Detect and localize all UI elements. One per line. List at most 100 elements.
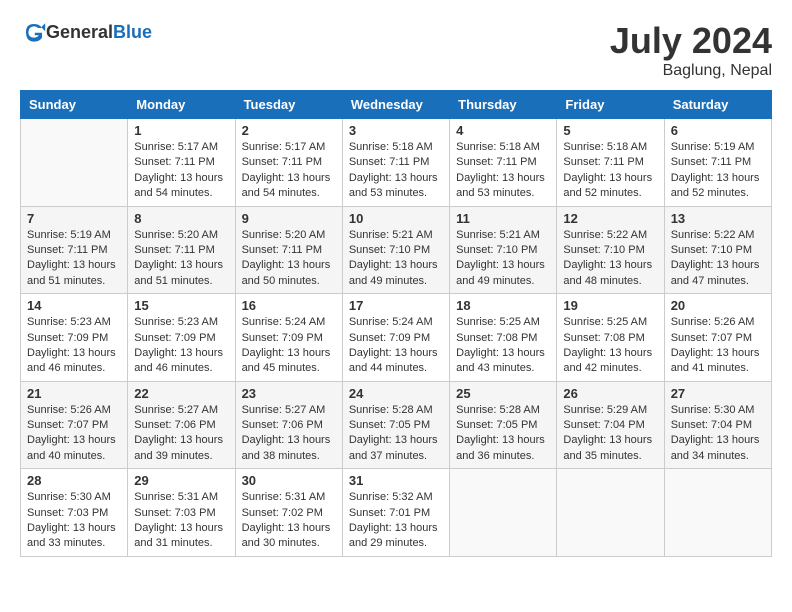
- month-year-title: July 2024: [610, 20, 772, 62]
- day-number: 5: [563, 123, 657, 138]
- day-number: 31: [349, 473, 443, 488]
- logo-general-text: General: [46, 22, 113, 43]
- title-area: July 2024 Baglung, Nepal: [610, 20, 772, 80]
- table-row: 31 Sunrise: 5:32 AMSunset: 7:01 PMDayligh…: [342, 469, 449, 557]
- table-row: [557, 469, 664, 557]
- col-thursday: Thursday: [450, 91, 557, 119]
- table-row: 1 Sunrise: 5:17 AMSunset: 7:11 PMDaylight…: [128, 119, 235, 207]
- col-saturday: Saturday: [664, 91, 771, 119]
- day-number: 27: [671, 386, 765, 401]
- day-info: Sunrise: 5:21 AMSunset: 7:10 PMDaylight:…: [456, 228, 550, 290]
- calendar-week-row: 14Sunrise: 5:23 AMSunset: 7:09 PMDayligh…: [21, 294, 772, 382]
- calendar-week-row: 7 Sunrise: 5:19 AMSunset: 7:11 PMDaylight…: [21, 206, 772, 294]
- day-info: Sunrise: 5:26 AMSunset: 7:07 PMDaylight:…: [671, 315, 765, 377]
- day-number: 11: [456, 211, 550, 226]
- day-info: Sunrise: 5:20 AMSunset: 7:11 PMDaylight:…: [134, 228, 228, 290]
- day-number: 12: [563, 211, 657, 226]
- day-number: 22: [134, 386, 228, 401]
- day-info: Sunrise: 5:18 AMSunset: 7:11 PMDaylight:…: [456, 140, 550, 202]
- col-wednesday: Wednesday: [342, 91, 449, 119]
- day-number: 15: [134, 298, 228, 313]
- day-info: Sunrise: 5:17 AMSunset: 7:11 PMDaylight:…: [134, 140, 228, 202]
- day-info: Sunrise: 5:22 AMSunset: 7:10 PMDaylight:…: [563, 228, 657, 290]
- day-number: 6: [671, 123, 765, 138]
- location-subtitle: Baglung, Nepal: [610, 62, 772, 80]
- day-number: 3: [349, 123, 443, 138]
- table-row: [664, 469, 771, 557]
- col-sunday: Sunday: [21, 91, 128, 119]
- day-number: 4: [456, 123, 550, 138]
- table-row: 7 Sunrise: 5:19 AMSunset: 7:11 PMDaylight…: [21, 206, 128, 294]
- day-info: Sunrise: 5:27 AMSunset: 7:06 PMDaylight:…: [242, 403, 336, 465]
- day-info: Sunrise: 5:26 AMSunset: 7:07 PMDaylight:…: [27, 403, 121, 465]
- day-info: Sunrise: 5:19 AMSunset: 7:11 PMDaylight:…: [27, 228, 121, 290]
- day-number: 24: [349, 386, 443, 401]
- table-row: 12 Sunrise: 5:22 AMSunset: 7:10 PMDayligh…: [557, 206, 664, 294]
- day-number: 30: [242, 473, 336, 488]
- day-info: Sunrise: 5:18 AMSunset: 7:11 PMDaylight:…: [563, 140, 657, 202]
- table-row: 27Sunrise: 5:30 AMSunset: 7:04 PMDayligh…: [664, 381, 771, 469]
- table-row: 13 Sunrise: 5:22 AMSunset: 7:10 PMDayligh…: [664, 206, 771, 294]
- day-info: Sunrise: 5:32 AMSunset: 7:01 PMDaylight:…: [349, 490, 443, 552]
- day-info: Sunrise: 5:23 AMSunset: 7:09 PMDaylight:…: [134, 315, 228, 377]
- calendar-table: Sunday Monday Tuesday Wednesday Thursday…: [20, 90, 772, 557]
- day-number: 28: [27, 473, 121, 488]
- day-info: Sunrise: 5:19 AMSunset: 7:11 PMDaylight:…: [671, 140, 765, 202]
- table-row: 10 Sunrise: 5:21 AMSunset: 7:10 PMDayligh…: [342, 206, 449, 294]
- col-monday: Monday: [128, 91, 235, 119]
- table-row: 22Sunrise: 5:27 AMSunset: 7:06 PMDayligh…: [128, 381, 235, 469]
- table-row: 11 Sunrise: 5:21 AMSunset: 7:10 PMDayligh…: [450, 206, 557, 294]
- day-info: Sunrise: 5:25 AMSunset: 7:08 PMDaylight:…: [456, 315, 550, 377]
- table-row: 3 Sunrise: 5:18 AMSunset: 7:11 PMDaylight…: [342, 119, 449, 207]
- table-row: 25 Sunrise: 5:28 AMSunset: 7:05 PMDayligh…: [450, 381, 557, 469]
- day-info: Sunrise: 5:22 AMSunset: 7:10 PMDaylight:…: [671, 228, 765, 290]
- day-info: Sunrise: 5:29 AMSunset: 7:04 PMDaylight:…: [563, 403, 657, 465]
- day-info: Sunrise: 5:25 AMSunset: 7:08 PMDaylight:…: [563, 315, 657, 377]
- table-row: [21, 119, 128, 207]
- day-number: 13: [671, 211, 765, 226]
- table-row: 24 Sunrise: 5:28 AMSunset: 7:05 PMDayligh…: [342, 381, 449, 469]
- day-number: 19: [563, 298, 657, 313]
- table-row: 6 Sunrise: 5:19 AMSunset: 7:11 PMDaylight…: [664, 119, 771, 207]
- day-number: 9: [242, 211, 336, 226]
- day-info: Sunrise: 5:17 AMSunset: 7:11 PMDaylight:…: [242, 140, 336, 202]
- table-row: 9 Sunrise: 5:20 AMSunset: 7:11 PMDaylight…: [235, 206, 342, 294]
- table-row: 16 Sunrise: 5:24 AMSunset: 7:09 PMDayligh…: [235, 294, 342, 382]
- table-row: 8 Sunrise: 5:20 AMSunset: 7:11 PMDaylight…: [128, 206, 235, 294]
- day-info: Sunrise: 5:31 AMSunset: 7:02 PMDaylight:…: [242, 490, 336, 552]
- day-info: Sunrise: 5:20 AMSunset: 7:11 PMDaylight:…: [242, 228, 336, 290]
- logo-icon: [22, 20, 46, 44]
- table-row: 28 Sunrise: 5:30 AMSunset: 7:03 PMDayligh…: [21, 469, 128, 557]
- calendar-week-row: 28 Sunrise: 5:30 AMSunset: 7:03 PMDayligh…: [21, 469, 772, 557]
- day-number: 8: [134, 211, 228, 226]
- table-row: 29Sunrise: 5:31 AMSunset: 7:03 PMDayligh…: [128, 469, 235, 557]
- table-row: 30 Sunrise: 5:31 AMSunset: 7:02 PMDayligh…: [235, 469, 342, 557]
- day-number: 29: [134, 473, 228, 488]
- table-row: 23 Sunrise: 5:27 AMSunset: 7:06 PMDayligh…: [235, 381, 342, 469]
- day-number: 7: [27, 211, 121, 226]
- day-info: Sunrise: 5:30 AMSunset: 7:03 PMDaylight:…: [27, 490, 121, 552]
- day-info: Sunrise: 5:24 AMSunset: 7:09 PMDaylight:…: [242, 315, 336, 377]
- day-number: 23: [242, 386, 336, 401]
- day-number: 10: [349, 211, 443, 226]
- day-number: 20: [671, 298, 765, 313]
- table-row: 14Sunrise: 5:23 AMSunset: 7:09 PMDayligh…: [21, 294, 128, 382]
- day-number: 1: [134, 123, 228, 138]
- day-info: Sunrise: 5:21 AMSunset: 7:10 PMDaylight:…: [349, 228, 443, 290]
- table-row: 15 Sunrise: 5:23 AMSunset: 7:09 PMDayligh…: [128, 294, 235, 382]
- day-info: Sunrise: 5:28 AMSunset: 7:05 PMDaylight:…: [456, 403, 550, 465]
- day-info: Sunrise: 5:24 AMSunset: 7:09 PMDaylight:…: [349, 315, 443, 377]
- day-info: Sunrise: 5:18 AMSunset: 7:11 PMDaylight:…: [349, 140, 443, 202]
- day-number: 16: [242, 298, 336, 313]
- table-row: 2Sunrise: 5:17 AMSunset: 7:11 PMDaylight…: [235, 119, 342, 207]
- page-header: General Blue July 2024 Baglung, Nepal: [20, 20, 772, 80]
- day-number: 17: [349, 298, 443, 313]
- table-row: 5 Sunrise: 5:18 AMSunset: 7:11 PMDaylight…: [557, 119, 664, 207]
- day-number: 21: [27, 386, 121, 401]
- day-info: Sunrise: 5:28 AMSunset: 7:05 PMDaylight:…: [349, 403, 443, 465]
- table-row: 18 Sunrise: 5:25 AMSunset: 7:08 PMDayligh…: [450, 294, 557, 382]
- table-row: [450, 469, 557, 557]
- day-number: 25: [456, 386, 550, 401]
- day-number: 18: [456, 298, 550, 313]
- table-row: 26Sunrise: 5:29 AMSunset: 7:04 PMDayligh…: [557, 381, 664, 469]
